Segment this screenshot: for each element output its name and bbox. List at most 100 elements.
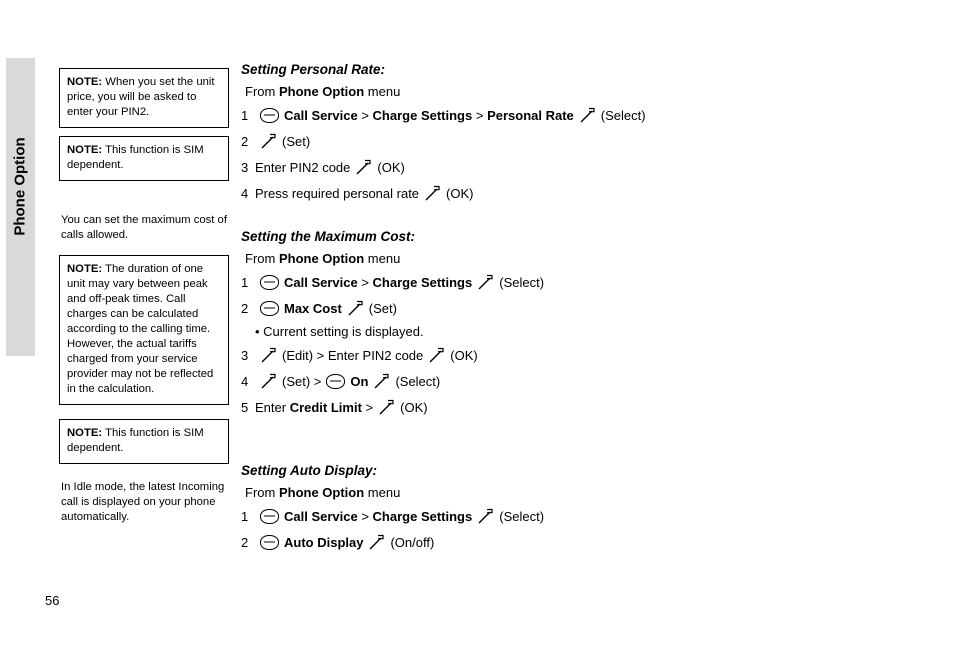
separator: > xyxy=(357,107,373,123)
from-prefix: From xyxy=(245,84,279,99)
note-box: NOTE: This function is SIM dependent. xyxy=(59,136,229,181)
bullet-note: • Current setting is displayed. xyxy=(255,324,424,339)
menu-item-charge-settings: Charge Settings xyxy=(372,107,473,123)
step-row: 3 Enter PIN2 code (OK) xyxy=(241,157,931,177)
soft-key-icon xyxy=(477,508,494,525)
step-row: 2 Max Cost (Set) xyxy=(241,298,931,318)
soft-key-icon xyxy=(373,373,390,390)
section-auto-display: Setting Auto Display: From Phone Option … xyxy=(241,463,931,552)
note-label: NOTE: xyxy=(67,144,103,156)
step-text: Enter PIN2 code xyxy=(255,159,351,175)
menu-item-charge-settings: Charge Settings xyxy=(372,274,473,290)
soft-key-icon xyxy=(368,534,385,551)
section-title: Setting Personal Rate: xyxy=(241,62,386,77)
left-paragraph: You can set the maximum cost of calls al… xyxy=(61,214,227,241)
step-number: 1 xyxy=(241,274,249,290)
soft-key-icon xyxy=(378,399,395,416)
from-prefix: From xyxy=(245,251,279,266)
menu-item-call-service: Call Service xyxy=(284,274,358,290)
chapter-tab-label: Phone Option xyxy=(11,137,29,236)
softkey-label: (On/off) xyxy=(390,534,435,550)
nav-key-icon xyxy=(260,534,279,550)
section-title: Setting the Maximum Cost: xyxy=(241,229,416,244)
from-suffix: menu xyxy=(364,84,401,99)
step-row: 1 Call Service > Charge Settings (Select… xyxy=(241,506,931,526)
step-text: Auto Display xyxy=(284,535,363,550)
softkey-label: (Select) xyxy=(499,508,545,524)
menu-item-on: On xyxy=(350,374,368,389)
menu-item-charge-settings: Charge Settings xyxy=(372,508,473,524)
separator: > xyxy=(361,399,374,415)
step-number: 2 xyxy=(241,300,249,316)
softkey-label: (OK) xyxy=(450,347,478,363)
softkey-label: (Select) xyxy=(600,107,646,123)
step-row: 1 Call Service > Charge Settings (Select… xyxy=(241,272,931,292)
menu-item-personal-rate: Personal Rate xyxy=(487,107,574,123)
softkey-label: (Select) xyxy=(499,274,545,290)
note-box: NOTE: This function is SIM dependent. xyxy=(59,419,229,464)
from-menu-name: Phone Option xyxy=(278,84,365,99)
softkey-label: (OK) xyxy=(400,399,428,415)
soft-key-icon xyxy=(347,300,364,317)
soft-key-icon xyxy=(477,274,494,291)
softkey-label: (Set) xyxy=(368,300,397,316)
separator: > xyxy=(357,508,373,524)
section-title: Setting Auto Display: xyxy=(241,463,378,478)
menu-item-call-service: Call Service xyxy=(284,508,358,524)
step-row: 4 (Set) > On (Select) xyxy=(241,371,931,391)
step-text: Call Service > Charge Settings xyxy=(284,509,472,524)
note-label: NOTE: xyxy=(67,263,103,275)
from-menu-line: From Phone Option menu xyxy=(245,485,931,500)
nav-key-icon xyxy=(260,300,279,316)
step-number: 3 xyxy=(241,347,249,363)
menu-item-auto-display: Auto Display xyxy=(284,534,364,550)
softkey-label: (Set) xyxy=(282,133,311,149)
menu-item-max-cost: Max Cost xyxy=(284,300,342,316)
step-row: 2 Auto Display (On/off) xyxy=(241,532,931,552)
note-text: The duration of one unit may vary betwee… xyxy=(67,263,214,395)
softkey-label: (Select) xyxy=(395,373,441,389)
soft-key-icon xyxy=(260,347,277,364)
chapter-tab: Phone Option xyxy=(6,58,35,356)
nav-key-icon xyxy=(260,107,279,123)
soft-key-icon xyxy=(355,159,372,176)
step-number: 3 xyxy=(241,159,249,175)
step-text: Call Service > Charge Settings > Persona… xyxy=(284,108,574,123)
from-menu-name: Phone Option xyxy=(278,485,365,500)
from-menu-line: From Phone Option menu xyxy=(245,84,931,99)
nav-key-icon xyxy=(260,274,279,290)
menu-item-credit-limit: Credit Limit xyxy=(289,399,362,415)
from-prefix: From xyxy=(245,485,279,500)
menu-item-on-label: On xyxy=(350,373,369,389)
step-number: 4 xyxy=(241,373,249,389)
step-row: 1 Call Service > Charge Settings > Perso… xyxy=(241,105,931,125)
step-text: Enter Credit Limit > xyxy=(255,400,373,415)
section-maximum-cost: Setting the Maximum Cost: From Phone Opt… xyxy=(241,229,931,417)
softkey-label: (OK) xyxy=(377,159,405,175)
separator: > xyxy=(472,107,488,123)
step-text: Press required personal rate xyxy=(255,185,420,201)
step-text: (Edit) > Enter PIN2 code xyxy=(282,347,424,363)
step-text: Max Cost xyxy=(284,301,342,316)
step-number: 1 xyxy=(241,107,249,123)
note-label: NOTE: xyxy=(67,76,103,88)
left-paragraph: In Idle mode, the latest Incoming call i… xyxy=(61,481,225,523)
step-number: 2 xyxy=(241,133,249,149)
note-box: NOTE: When you set the unit price, you w… xyxy=(59,68,229,128)
note-box: NOTE: The duration of one unit may vary … xyxy=(59,255,229,405)
note-label: NOTE: xyxy=(67,427,103,439)
soft-key-icon xyxy=(260,133,277,150)
step-row: 2 (Set) xyxy=(241,131,931,151)
step-number: 4 xyxy=(241,185,249,201)
menu-item-call-service: Call Service xyxy=(284,107,358,123)
page-number: 56 xyxy=(45,593,60,608)
step-number: 2 xyxy=(241,534,249,550)
soft-key-icon xyxy=(260,373,277,390)
from-menu-name: Phone Option xyxy=(278,251,365,266)
step-number: 1 xyxy=(241,508,249,524)
step-row: 3 (Edit) > Enter PIN2 code (OK) xyxy=(241,345,931,365)
step-text: (Set) > xyxy=(282,373,322,389)
soft-key-icon xyxy=(579,107,596,124)
step-row: 5 Enter Credit Limit > (OK) xyxy=(241,397,931,417)
section-personal-rate: Setting Personal Rate: From Phone Option… xyxy=(241,62,931,203)
